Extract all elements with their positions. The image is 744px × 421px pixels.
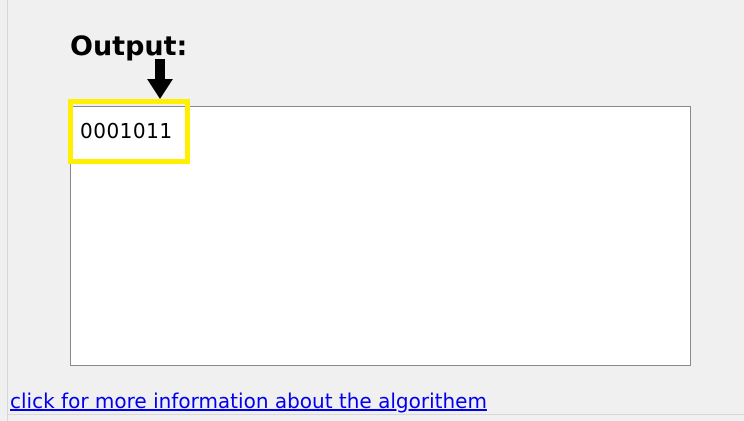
left-divider <box>7 0 8 421</box>
output-value: 0001011 <box>80 119 173 143</box>
page: Output: 0001011 click for more informati… <box>0 0 744 421</box>
algorithm-info-link[interactable]: click for more information about the alg… <box>10 387 487 415</box>
arrow-down-icon <box>147 59 173 99</box>
